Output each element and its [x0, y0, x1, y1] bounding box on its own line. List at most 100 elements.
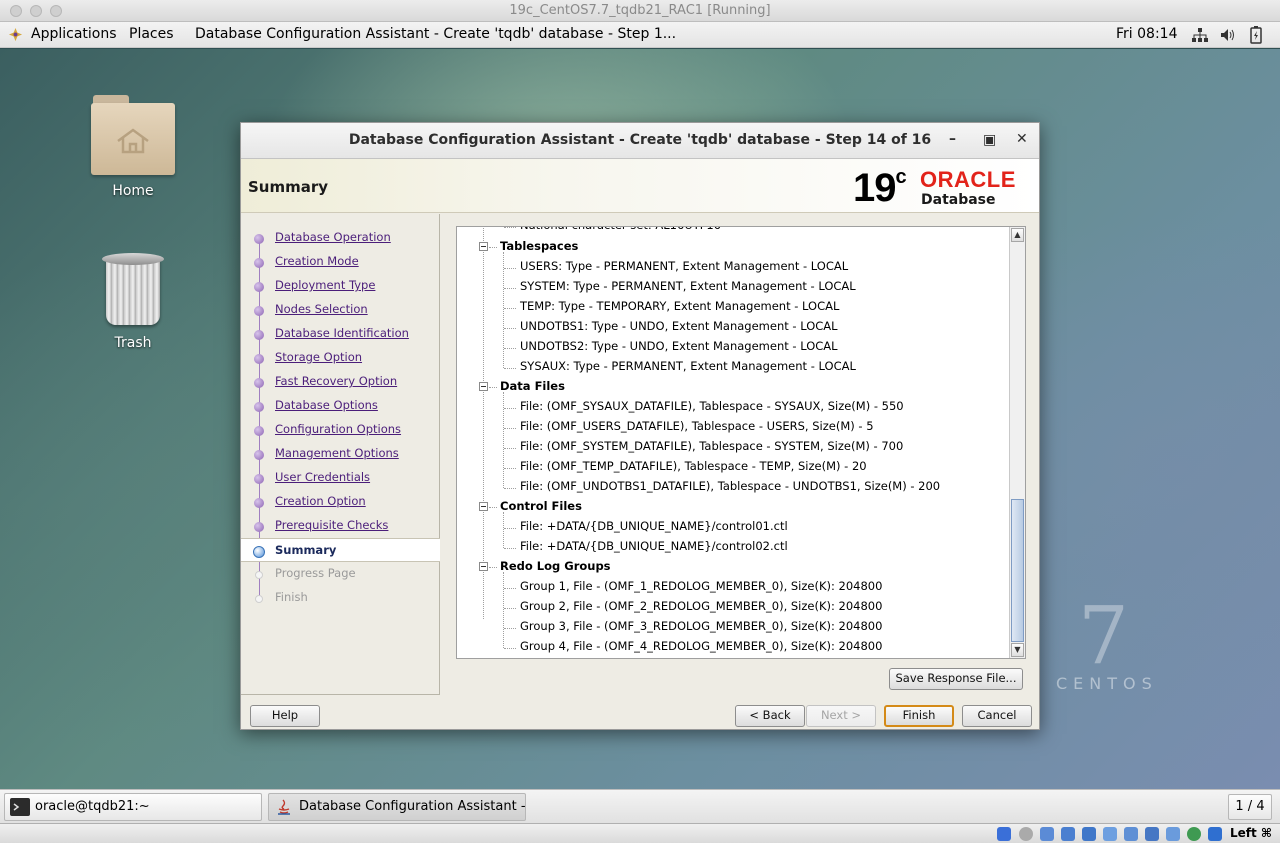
step-bullet-icon: [254, 354, 264, 364]
nav-step-fast-recovery-option[interactable]: Fast Recovery Option: [241, 370, 440, 394]
scroll-down-icon[interactable]: ▼: [1011, 643, 1024, 657]
trash-desktop-icon[interactable]: Trash: [88, 253, 178, 351]
summary-scrollbar[interactable]: ▲ ▼: [1009, 227, 1025, 658]
mouse-integration-icon[interactable]: [1208, 827, 1222, 841]
tree-leaf: TEMP: Type - TEMPORARY, Extent Managemen…: [520, 299, 840, 313]
nav-step-label: User Credentials: [275, 470, 371, 484]
home-glyph-icon: [117, 128, 149, 154]
hard-disk-icon[interactable]: [997, 827, 1011, 841]
taskbar-terminal[interactable]: oracle@tqdb21:~: [4, 793, 262, 821]
page-title: Summary: [248, 178, 329, 196]
nav-step-configuration-options[interactable]: Configuration Options: [241, 418, 440, 442]
nav-step-database-operation[interactable]: Database Operation: [241, 226, 440, 250]
java-icon: [278, 799, 290, 815]
step-bullet-icon: [254, 450, 264, 460]
save-response-file-button[interactable]: Save Response File...: [889, 668, 1023, 690]
clipboard-icon[interactable]: [1166, 827, 1180, 841]
collapse-icon[interactable]: [479, 562, 488, 571]
help-button[interactable]: Help: [250, 705, 320, 727]
tree-leaf: SYSTEM: Type - PERMANENT, Extent Managem…: [520, 279, 856, 293]
step-bullet-icon: [254, 306, 264, 316]
tree-group-redo-log-groups[interactable]: Redo Log Groups: [500, 559, 611, 579]
nav-step-summary[interactable]: Summary: [241, 538, 440, 562]
tree-group-control-files[interactable]: Control Files: [500, 499, 582, 519]
nav-step-storage-option[interactable]: Storage Option: [241, 346, 440, 370]
nav-step-database-identification[interactable]: Database Identification: [241, 322, 440, 346]
nav-step-prerequisite-checks[interactable]: Prerequisite Checks: [241, 514, 440, 538]
tree-group-tablespaces[interactable]: Tablespaces: [500, 239, 578, 259]
nav-step-label: Prerequisite Checks: [275, 518, 389, 532]
shared-folders-icon[interactable]: [1103, 827, 1117, 841]
volume-icon[interactable]: [1220, 28, 1236, 42]
nav-step-label: Database Options: [275, 398, 378, 412]
step-bullet-icon: [254, 498, 264, 508]
tree-leaf: File: +DATA/{DB_UNIQUE_NAME}/control01.c…: [520, 519, 788, 533]
nav-step-label: Database Identification: [275, 326, 409, 340]
applications-menu[interactable]: Applications: [31, 26, 117, 42]
tree-leaf: Group 2, File - (OMF_2_REDOLOG_MEMBER_0)…: [520, 599, 883, 613]
nav-step-nodes-selection[interactable]: Nodes Selection: [241, 298, 440, 322]
clock[interactable]: Fri 08:14: [1116, 26, 1177, 42]
taskbar-dbca[interactable]: Database Configuration Assistant - C...: [268, 793, 526, 821]
step-bullet-icon: [254, 282, 264, 292]
nav-step-label: Creation Option: [275, 494, 366, 508]
tree-leaf: USERS: Type - PERMANENT, Extent Manageme…: [520, 259, 849, 273]
step-bullet-icon: [253, 546, 265, 558]
summary-tree[interactable]: National character set: AL16UTF16Tablesp…: [456, 226, 1026, 659]
minimize-icon[interactable]: –: [949, 131, 956, 147]
cancel-button[interactable]: Cancel: [962, 705, 1032, 727]
collapse-icon[interactable]: [479, 502, 488, 511]
nav-step-label: Deployment Type: [275, 278, 376, 292]
usb-icon[interactable]: [1082, 827, 1096, 841]
step-bullet-icon: [254, 402, 264, 412]
step-bullet-icon: [255, 571, 263, 579]
step-bullet-icon: [254, 258, 264, 268]
network-icon[interactable]: [1192, 28, 1208, 42]
step-bullet-icon: [255, 595, 263, 603]
step-bullet-icon: [254, 330, 264, 340]
cpu-activity-icon[interactable]: [1187, 827, 1201, 841]
vbox-status-bar: Left ⌘: [0, 823, 1280, 843]
tree-leaf: File: (OMF_USERS_DATAFILE), Tablespace -…: [520, 419, 874, 433]
maximize-icon[interactable]: ▣: [983, 132, 996, 148]
scrollbar-thumb[interactable]: [1011, 499, 1024, 642]
taskbar-dbca-label: Database Configuration Assistant - C...: [299, 799, 526, 814]
nav-step-database-options[interactable]: Database Options: [241, 394, 440, 418]
home-desktop-icon[interactable]: Home: [88, 95, 178, 199]
nav-step-label: Finish: [275, 590, 308, 604]
scroll-up-icon[interactable]: ▲: [1011, 228, 1024, 242]
finish-button[interactable]: Finish: [884, 705, 954, 727]
tree-leaf: File: +DATA/{DB_UNIQUE_NAME}/control02.c…: [520, 539, 788, 553]
video-capture-icon[interactable]: [1145, 827, 1159, 841]
nav-step-deployment-type[interactable]: Deployment Type: [241, 274, 440, 298]
nav-step-finish: Finish: [241, 586, 440, 610]
battery-icon[interactable]: [1250, 26, 1262, 44]
nav-step-management-options[interactable]: Management Options: [241, 442, 440, 466]
collapse-icon[interactable]: [479, 382, 488, 391]
audio-icon[interactable]: [1040, 827, 1054, 841]
dbca-dialog: Database Configuration Assistant - Creat…: [240, 122, 1040, 730]
nav-step-progress-page: Progress Page: [241, 562, 440, 586]
back-button[interactable]: < Back: [735, 705, 805, 727]
steps-nav: Database Operation Creation Mode Deploymen…: [241, 214, 440, 695]
tree-leaf: File: (OMF_TEMP_DATAFILE), Tablespace - …: [520, 459, 867, 473]
workspace-pager[interactable]: 1 / 4: [1228, 794, 1272, 820]
collapse-icon[interactable]: [479, 242, 488, 251]
tree-group-data-files[interactable]: Data Files: [500, 379, 565, 399]
host-key-indicator[interactable]: Left ⌘: [1230, 826, 1272, 840]
close-icon[interactable]: ✕: [1016, 131, 1028, 147]
active-window-menu[interactable]: Database Configuration Assistant - Creat…: [195, 26, 676, 42]
step-bullet-icon: [254, 474, 264, 484]
next-button[interactable]: Next >: [806, 705, 876, 727]
tree-leaf: File: (OMF_SYSTEM_DATAFILE), Tablespace …: [520, 439, 904, 453]
nav-step-label: Management Options: [275, 446, 399, 460]
nav-step-user-credentials[interactable]: User Credentials: [241, 466, 440, 490]
dialog-titlebar[interactable]: Database Configuration Assistant - Creat…: [241, 123, 1039, 159]
step-bullet-icon: [254, 522, 264, 532]
display-icon[interactable]: [1124, 827, 1138, 841]
network-adapter-icon[interactable]: [1061, 827, 1075, 841]
nav-step-creation-mode[interactable]: Creation Mode: [241, 250, 440, 274]
places-menu[interactable]: Places: [129, 26, 174, 42]
optical-drive-icon[interactable]: [1019, 827, 1033, 841]
nav-step-creation-option[interactable]: Creation Option: [241, 490, 440, 514]
